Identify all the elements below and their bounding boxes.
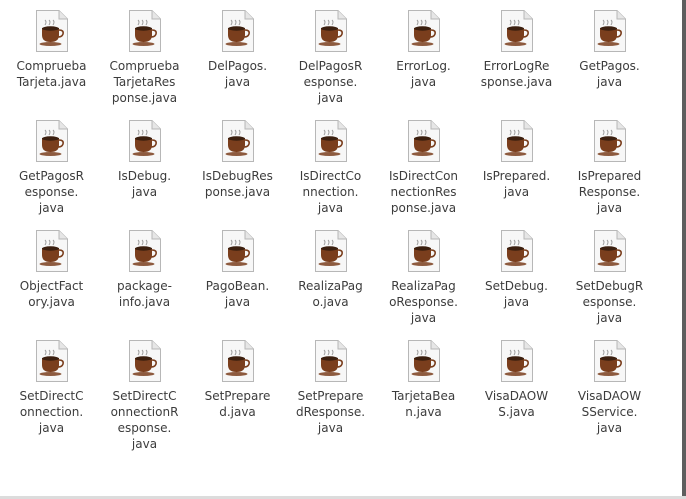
file-name-label: package- info.java (117, 279, 172, 309)
java-file-icon (221, 339, 255, 383)
file-name-label: SetDebug. java (485, 279, 548, 309)
file-name-label: RealizaPag oResponse. java (389, 279, 458, 325)
file-name-label: TarjetaBea n.java (391, 389, 456, 419)
file-item[interactable]: IsPrepared. java (470, 116, 563, 226)
file-name-label: ErrorLogRe sponse.java (480, 59, 553, 89)
file-manager-icon-view: Comprueba Tarjeta.java Comprueba Tarjeta… (0, 0, 686, 499)
java-file-icon (500, 229, 534, 273)
java-file-icon (407, 119, 441, 163)
java-file-icon (500, 119, 534, 163)
file-item[interactable]: SetPrepare d.java (191, 336, 284, 446)
file-name-label: DelPagos. java (207, 59, 268, 89)
file-name-label: IsDirectCon nectionRes ponse.java (388, 169, 459, 215)
file-item[interactable]: ErrorLog. java (377, 6, 470, 116)
file-name-label: PagoBean. java (205, 279, 270, 309)
java-file-icon (593, 339, 627, 383)
java-file-icon (128, 119, 162, 163)
java-file-icon (407, 9, 441, 53)
java-file-icon (314, 229, 348, 273)
java-file-icon (407, 339, 441, 383)
file-item[interactable]: IsDirectCon nectionRes ponse.java (377, 116, 470, 226)
file-item[interactable]: ErrorLogRe sponse.java (470, 6, 563, 116)
file-item[interactable]: GetPagos. java (563, 6, 656, 116)
file-item[interactable]: IsDirectCo nnection. java (284, 116, 377, 226)
java-file-icon (221, 119, 255, 163)
java-file-icon (314, 9, 348, 53)
java-file-icon (221, 9, 255, 53)
file-item[interactable]: SetDirectC onnectionR esponse. java (98, 336, 191, 451)
file-item[interactable]: Comprueba Tarjeta.java (5, 6, 98, 116)
file-name-label: IsDirectCo nnection. java (299, 169, 362, 215)
file-item[interactable]: Comprueba TarjetaRes ponse.java (98, 6, 191, 116)
file-name-label: SetDirectC onnection. java (19, 389, 84, 435)
file-name-label: IsDebugRes ponse.java (202, 169, 273, 199)
file-name-label: VisaDAOW S.java (484, 389, 549, 419)
java-file-icon (221, 229, 255, 273)
java-file-icon (314, 119, 348, 163)
file-item[interactable]: ObjectFact ory.java (5, 226, 98, 336)
java-file-icon (128, 339, 162, 383)
file-item[interactable]: VisaDAOW SService. java (563, 336, 656, 446)
file-name-label: SetPrepare dResponse. java (295, 389, 366, 435)
java-file-icon (35, 339, 69, 383)
file-name-label: IsPrepared Response. java (577, 169, 642, 215)
java-file-icon (593, 229, 627, 273)
java-file-icon (407, 229, 441, 273)
file-name-label: GetPagos. java (579, 59, 640, 89)
file-item[interactable]: RealizaPag o.java (284, 226, 377, 336)
java-file-icon (593, 119, 627, 163)
file-name-label: IsPrepared. java (482, 169, 551, 199)
file-name-label: DelPagosR esponse. java (298, 59, 363, 105)
file-name-label: GetPagosR esponse. java (19, 169, 84, 215)
file-name-label: SetDirectC onnectionR esponse. java (110, 389, 179, 451)
file-item[interactable]: SetDebug. java (470, 226, 563, 336)
file-name-label: Comprueba Tarjeta.java (16, 59, 87, 89)
file-grid: Comprueba Tarjeta.java Comprueba Tarjeta… (5, 6, 656, 451)
file-item[interactable]: VisaDAOW S.java (470, 336, 563, 446)
file-item[interactable]: DelPagos. java (191, 6, 284, 116)
java-file-icon (35, 229, 69, 273)
file-name-label: RealizaPag o.java (298, 279, 363, 309)
file-item[interactable]: RealizaPag oResponse. java (377, 226, 470, 336)
file-item[interactable]: IsDebugRes ponse.java (191, 116, 284, 226)
vertical-scrollbar[interactable] (682, 0, 686, 499)
file-name-label: IsDebug. java (117, 169, 172, 199)
java-file-icon (128, 229, 162, 273)
file-name-label: VisaDAOW SService. java (577, 389, 642, 435)
java-file-icon (128, 9, 162, 53)
file-item[interactable]: TarjetaBea n.java (377, 336, 470, 446)
file-name-label: SetPrepare d.java (204, 389, 271, 419)
file-item[interactable]: IsDebug. java (98, 116, 191, 226)
file-item[interactable]: SetDirectC onnection. java (5, 336, 98, 446)
file-item[interactable]: SetDebugR esponse. java (563, 226, 656, 336)
file-item[interactable]: PagoBean. java (191, 226, 284, 336)
file-name-label: ObjectFact ory.java (19, 279, 84, 309)
java-file-icon (593, 9, 627, 53)
java-file-icon (35, 119, 69, 163)
file-name-label: SetDebugR esponse. java (575, 279, 644, 325)
file-item[interactable]: DelPagosR esponse. java (284, 6, 377, 116)
file-item[interactable]: IsPrepared Response. java (563, 116, 656, 226)
file-item[interactable]: GetPagosR esponse. java (5, 116, 98, 226)
file-item[interactable]: SetPrepare dResponse. java (284, 336, 377, 446)
java-file-icon (314, 339, 348, 383)
java-file-icon (35, 9, 69, 53)
java-file-icon (500, 339, 534, 383)
file-name-label: Comprueba TarjetaRes ponse.java (109, 59, 180, 105)
file-item[interactable]: package- info.java (98, 226, 191, 336)
file-name-label: ErrorLog. java (396, 59, 451, 89)
java-file-icon (500, 9, 534, 53)
